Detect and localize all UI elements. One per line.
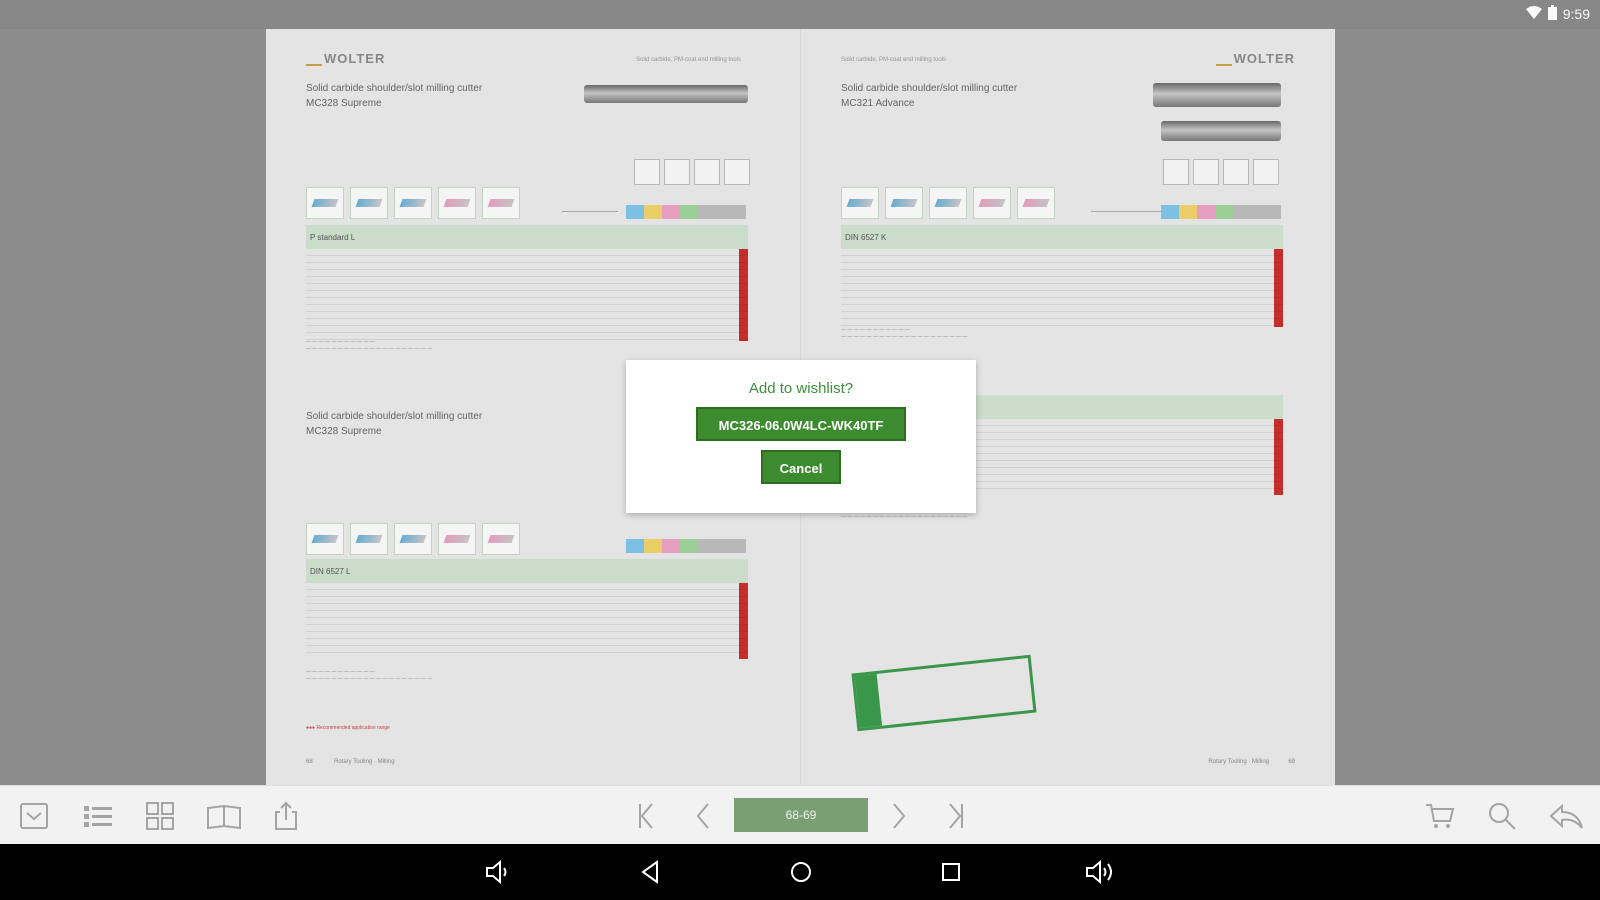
volume-up-icon[interactable] xyxy=(1084,858,1114,886)
home-icon[interactable] xyxy=(786,858,816,886)
page-indicator[interactable]: 68-69 xyxy=(734,798,868,832)
android-nav-bar xyxy=(0,844,1600,900)
inbox-icon[interactable] xyxy=(18,800,50,832)
dialog-title: Add to wishlist? xyxy=(748,380,854,397)
first-page-icon[interactable] xyxy=(630,800,662,832)
cart-icon[interactable] xyxy=(1424,800,1456,832)
wishlist-dialog: Add to wishlist? MC326-06.0W4LC-WK40TF C… xyxy=(626,360,976,513)
share-icon[interactable] xyxy=(270,800,302,832)
last-page-icon[interactable] xyxy=(940,800,972,832)
grid-icon[interactable] xyxy=(144,800,176,832)
back-arrow-icon[interactable] xyxy=(1548,800,1583,832)
previous-page-icon[interactable] xyxy=(688,800,720,832)
add-item-button[interactable]: MC326-06.0W4LC-WK40TF xyxy=(696,407,906,441)
list-icon[interactable] xyxy=(82,800,114,832)
bottom-toolbar: 68-69 xyxy=(0,785,1600,845)
recents-icon[interactable] xyxy=(936,858,966,886)
volume-down-icon[interactable] xyxy=(484,858,514,886)
book-icon[interactable] xyxy=(206,800,241,832)
cancel-button[interactable]: Cancel xyxy=(761,450,841,484)
next-page-icon[interactable] xyxy=(882,800,914,832)
search-icon[interactable] xyxy=(1486,800,1518,832)
back-icon[interactable] xyxy=(636,858,666,886)
